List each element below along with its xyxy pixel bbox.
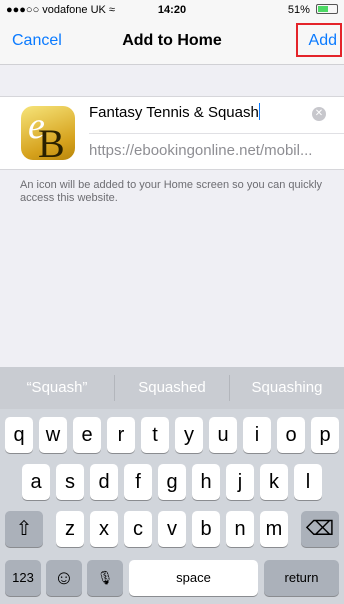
key-q[interactable]: q (5, 417, 33, 453)
keyboard: “Squash” Squashed Squashing q w e r t y … (0, 367, 344, 604)
key-e[interactable]: e (73, 417, 101, 453)
suggestion-bar: “Squash” Squashed Squashing (0, 367, 344, 409)
key-j[interactable]: j (226, 464, 254, 500)
key-l[interactable]: l (294, 464, 322, 500)
suggestion-1[interactable]: “Squash” (0, 379, 114, 396)
key-y[interactable]: y (175, 417, 203, 453)
numbers-key[interactable]: 123 (5, 560, 41, 596)
key-r[interactable]: r (107, 417, 135, 453)
suggestion-2[interactable]: Squashed (115, 379, 229, 396)
return-key[interactable]: return (264, 560, 339, 596)
key-f[interactable]: f (124, 464, 152, 500)
battery-icon (316, 4, 338, 14)
key-v[interactable]: v (158, 511, 186, 547)
divider (89, 133, 344, 134)
suggestion-3[interactable]: Squashing (230, 379, 344, 396)
key-c[interactable]: c (124, 511, 152, 547)
key-k[interactable]: k (260, 464, 288, 500)
space-key[interactable]: space (129, 560, 258, 596)
nav-bar: Cancel Add to Home Add (0, 20, 344, 65)
clear-icon[interactable]: ✕ (312, 107, 326, 121)
key-i[interactable]: i (243, 417, 271, 453)
url-field[interactable]: https://ebookingonline.net/mobil... (89, 142, 339, 159)
key-d[interactable]: d (90, 464, 118, 500)
key-p[interactable]: p (311, 417, 339, 453)
key-u[interactable]: u (209, 417, 237, 453)
key-b[interactable]: b (192, 511, 220, 547)
battery-percent: 51% (287, 4, 310, 16)
text-cursor (258, 103, 260, 120)
mic-key[interactable]: 🎙 (87, 560, 123, 596)
key-m[interactable]: m (260, 511, 288, 547)
delete-key[interactable]: ⌫ (301, 511, 339, 547)
app-icon: e B (21, 106, 75, 160)
key-h[interactable]: h (192, 464, 220, 500)
name-input-value: Fantasy Tennis & Squash (89, 104, 259, 121)
key-g[interactable]: g (158, 464, 186, 500)
add-button[interactable]: Add (296, 23, 342, 57)
key-n[interactable]: n (226, 511, 254, 547)
key-a[interactable]: a (22, 464, 50, 500)
key-t[interactable]: t (141, 417, 169, 453)
name-input[interactable]: Fantasy Tennis & Squash (89, 103, 329, 121)
key-w[interactable]: w (39, 417, 67, 453)
bookmark-form: e B Fantasy Tennis & Squash ✕ https://eb… (0, 96, 344, 170)
app-icon-letter-b: B (38, 121, 65, 160)
emoji-key[interactable]: ☺ (46, 560, 82, 596)
status-bar: ●●●○○ vodafone UK ≈ 14:20 51% (0, 0, 344, 20)
key-o[interactable]: o (277, 417, 305, 453)
page-title: Add to Home (122, 32, 222, 49)
battery-indicator: 51% (288, 4, 338, 16)
key-z[interactable]: z (56, 511, 84, 547)
shift-key[interactable]: ⇧ (5, 511, 43, 547)
hint-text: An icon will be added to your Home scree… (20, 179, 323, 204)
key-x[interactable]: x (90, 511, 118, 547)
key-s[interactable]: s (56, 464, 84, 500)
